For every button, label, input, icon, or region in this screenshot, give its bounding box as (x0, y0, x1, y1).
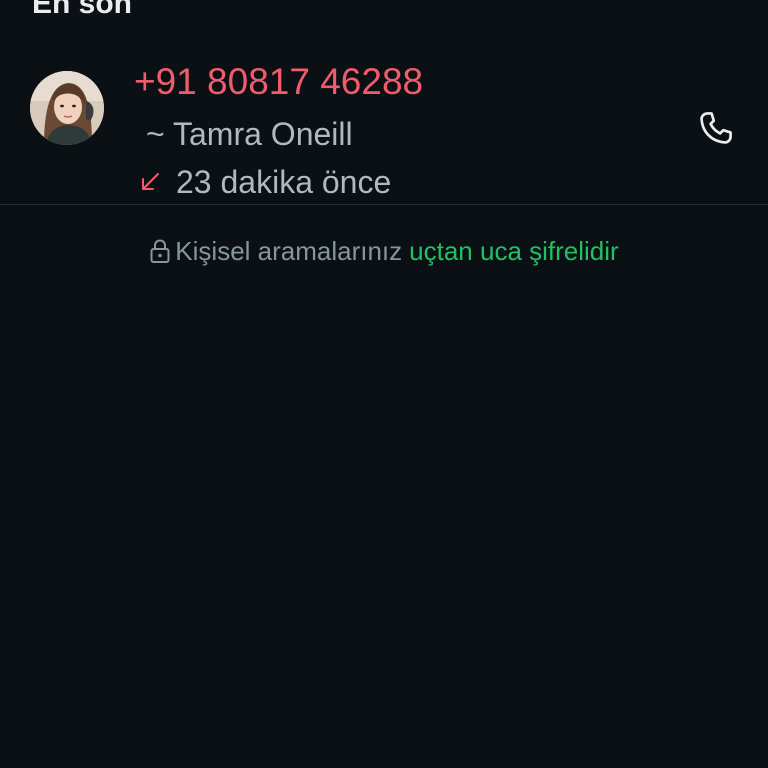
caller-name: ~ Tamra Oneill (146, 116, 353, 152)
lock-icon (150, 239, 170, 263)
divider (0, 204, 768, 205)
avatar-photo (30, 71, 104, 145)
encryption-notice: Kişisel aramalarınız uçtan uca şifrelidi… (0, 233, 768, 269)
end-to-end-encrypted-link[interactable]: uçtan uca şifrelidir (409, 233, 619, 269)
avatar[interactable] (30, 71, 104, 145)
calls-screen: En son +91 80817 46288 ~ Tamra Oneill 23… (0, 0, 768, 768)
missed-incoming-arrow-icon (142, 173, 159, 190)
phone-icon (700, 112, 732, 144)
encryption-text: Kişisel aramalarınız (175, 236, 403, 266)
caller-number: +91 80817 46288 (134, 61, 424, 102)
call-meta: 23 dakika önce (138, 163, 391, 201)
call-log-item[interactable]: +91 80817 46288 ~ Tamra Oneill 23 dakika… (0, 50, 768, 204)
voice-call-button[interactable] (690, 102, 742, 154)
section-title: En son (32, 0, 133, 20)
call-time: 23 dakika önce (176, 164, 392, 200)
